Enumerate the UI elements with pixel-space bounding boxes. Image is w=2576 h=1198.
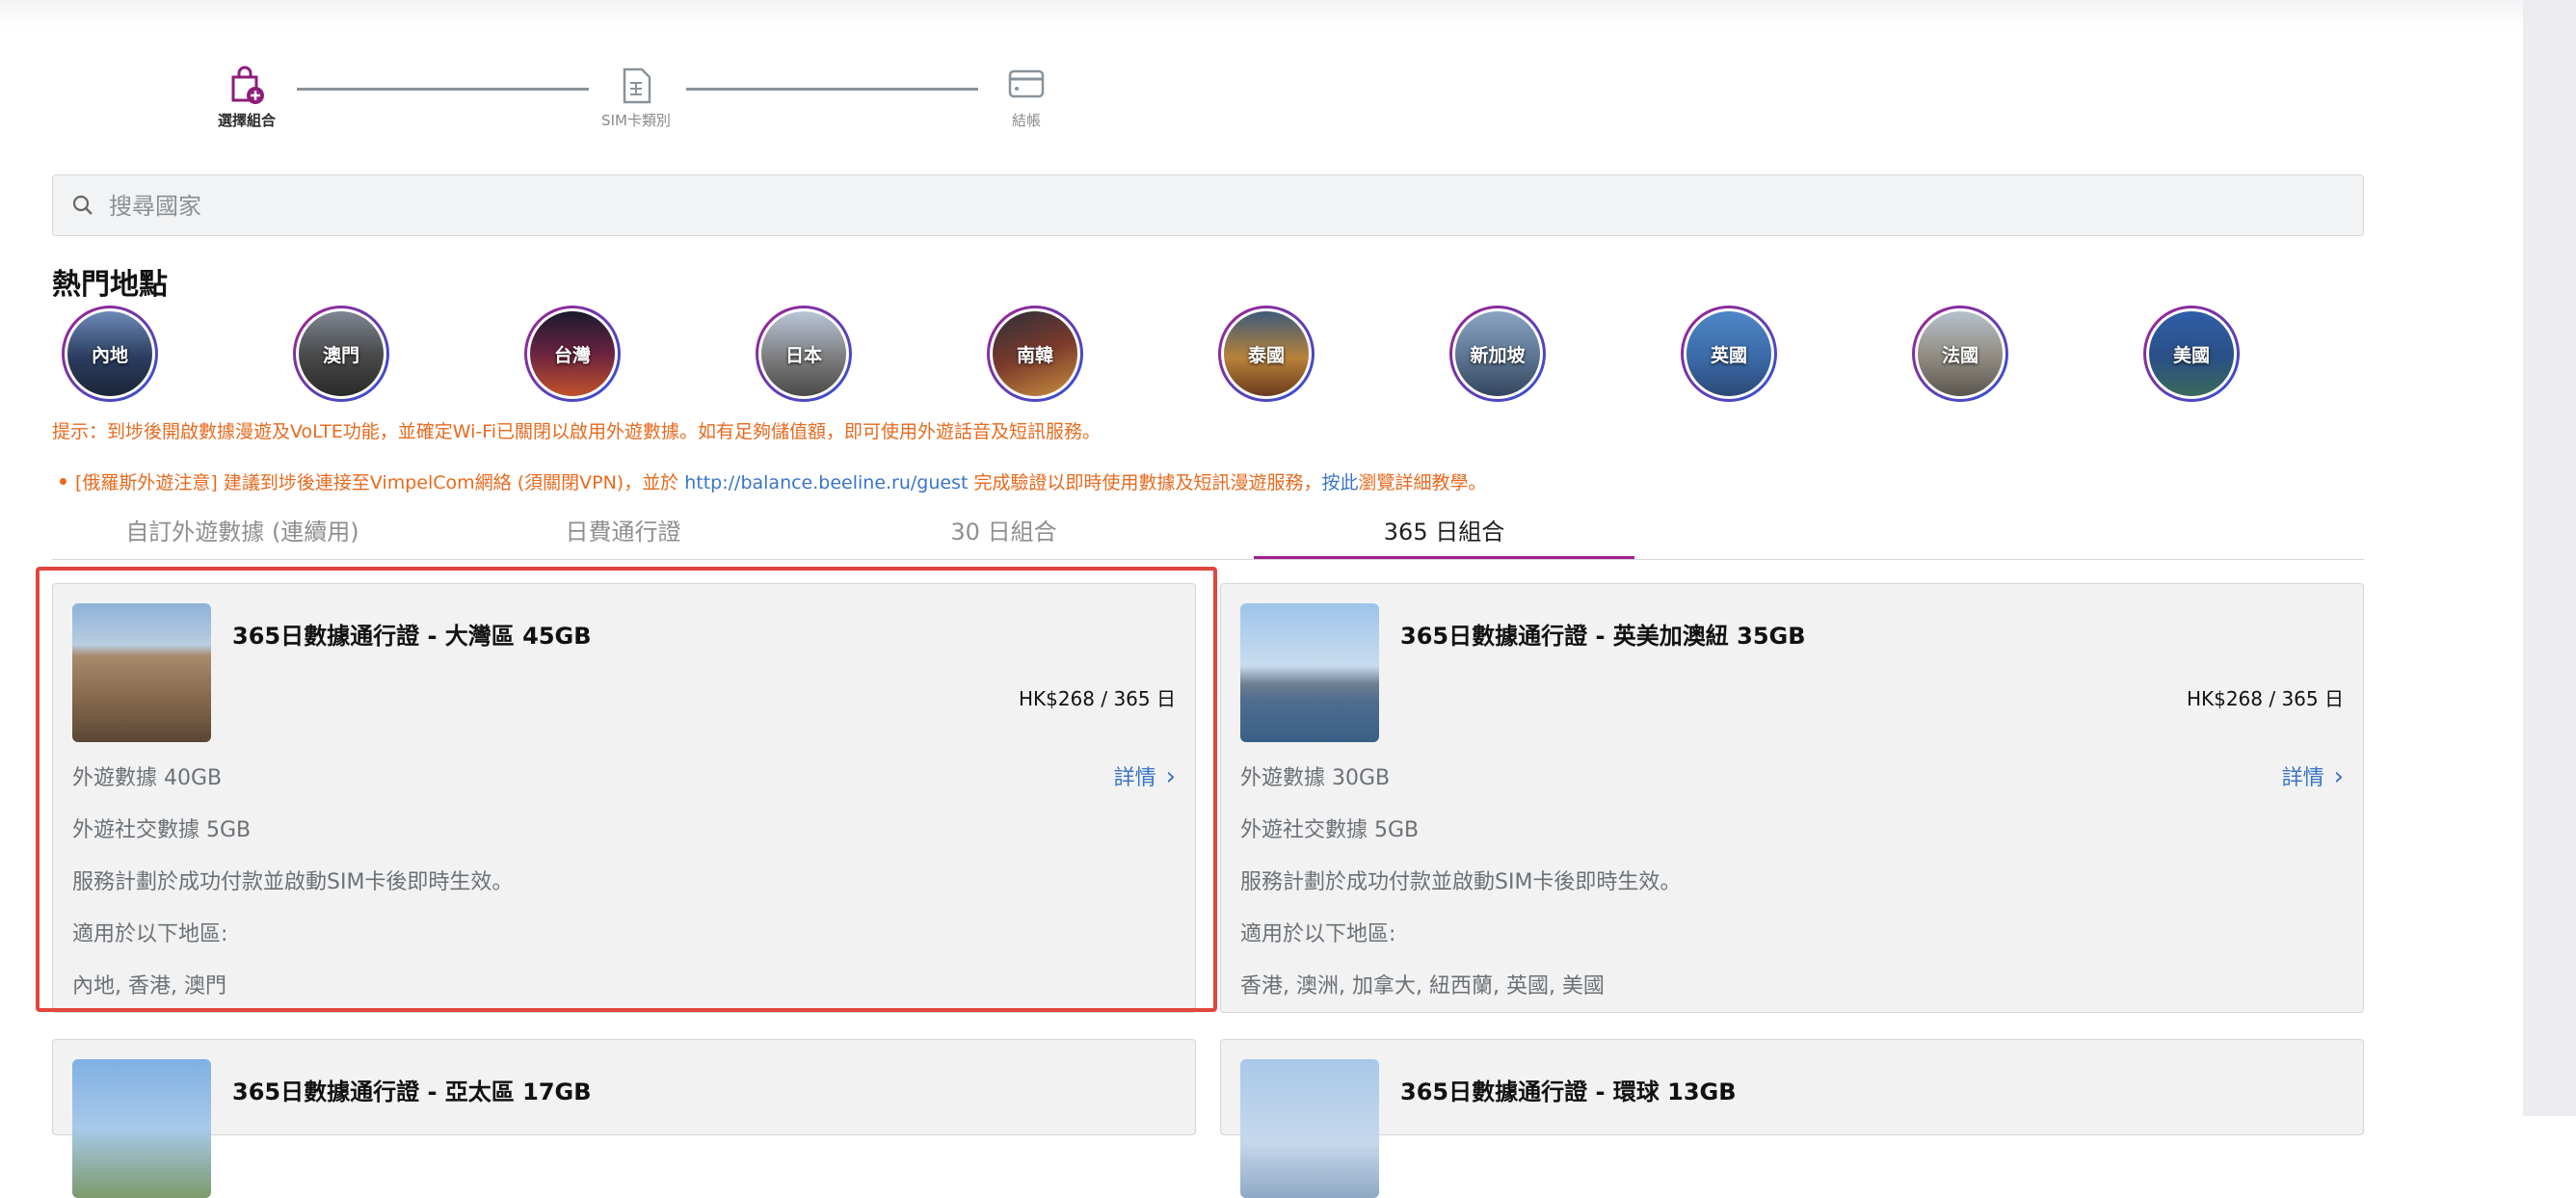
plan-title: 365日數據通行證 - 英美加澳紐 35GB [1400, 623, 1806, 650]
details-link[interactable]: 詳情 [2282, 760, 2344, 791]
top-shadow [0, 0, 2523, 29]
step-label: 選擇組合 [217, 112, 276, 129]
destination-taiwan[interactable]: 台灣 [524, 306, 621, 402]
destination-label: 泰國 [1247, 344, 1285, 366]
destination-japan[interactable]: 日本 [756, 306, 852, 402]
destination-mainland[interactable]: 內地 [62, 306, 158, 402]
plan-activation: 服務計劃於成功付款並啟動SIM卡後即時生效。 [1240, 870, 1682, 894]
plan-card-gba[interactable]: 365日數據通行證 - 大灣區 45GB HK$268 / 365 日 詳情 外… [52, 583, 1196, 1013]
plan-image [72, 603, 211, 742]
destination-image: 內地 [67, 311, 152, 396]
destination-label: 南韓 [1016, 344, 1053, 366]
plan-tabs: 自訂外遊數據 (連續用) 日費通行證 30 日組合 365 日組合 [52, 511, 2364, 560]
destination-image: 澳門 [299, 311, 384, 396]
tutorial-link[interactable]: 按此 [1322, 472, 1359, 493]
plan-price: HK$268 / 365 日 [2186, 687, 2344, 710]
search-icon [72, 195, 93, 215]
destination-label: 澳門 [322, 344, 359, 366]
destination-image: 美國 [2149, 311, 2234, 396]
plan-activation: 服務計劃於成功付款並啟動SIM卡後即時生效。 [72, 870, 514, 894]
destination-thailand[interactable]: 泰國 [1218, 306, 1315, 402]
step-label: 結帳 [1011, 112, 1041, 129]
plan-title: 365日數據通行證 - 大灣區 45GB [232, 623, 592, 650]
step-label: SIM卡類別 [601, 112, 671, 129]
bag-add-icon [231, 66, 264, 104]
plan-data: 外遊數據 40GB [72, 766, 223, 790]
destination-label: 英國 [1710, 344, 1747, 366]
tab-custom-data[interactable]: 自訂外遊數據 (連續用) [52, 511, 433, 559]
plan-image [1240, 1059, 1379, 1198]
popular-title: 熱門地點 [52, 268, 168, 302]
russia-notice: [俄羅斯外遊注意] 建議到埗後連接至VimpelCom網絡 (須關閉VPN)，並… [60, 468, 1487, 494]
notice-text: 完成驗證以即時使用數據及短訊漫遊服務， [968, 472, 1322, 493]
notice-text: [俄羅斯外遊注意] 建議到埗後連接至VimpelCom網絡 (須關閉VPN)，並… [75, 472, 685, 493]
destination-label: 新加坡 [1470, 344, 1526, 366]
step-sim-type[interactable]: SIM卡類別 [549, 64, 723, 130]
plan-data: 外遊數據 30GB [1240, 766, 1391, 790]
tab-daily-pass[interactable]: 日費通行證 [433, 511, 813, 559]
step-connector [686, 88, 978, 91]
beeline-link[interactable]: http://balance.beeline.ru/guest [684, 472, 968, 493]
plan-card-global[interactable]: 365日數據通行證 - 環球 13GB [1220, 1039, 2364, 1198]
plan-regions: 內地, 香港, 澳門 [72, 974, 226, 998]
roaming-tip: 提示：到埗後開啟數據漫遊及VoLTE功能，並確定Wi-Fi已關閉以啟用外遊數據。… [52, 421, 1102, 442]
details-link[interactable]: 詳情 [1114, 760, 1176, 791]
plan-social-data: 外遊社交數據 5GB [72, 818, 252, 842]
destination-label: 內地 [91, 344, 128, 366]
plan-regions-label: 適用於以下地區: [72, 922, 228, 946]
plan-regions-label: 適用於以下地區: [1240, 922, 1396, 946]
search-bar[interactable] [52, 174, 2364, 236]
destination-image: 泰國 [1224, 311, 1309, 396]
destination-singapore[interactable]: 新加坡 [1449, 306, 1546, 402]
destination-macau[interactable]: 澳門 [293, 306, 389, 402]
plan-image [72, 1059, 211, 1198]
destination-france[interactable]: 法國 [1912, 306, 2008, 402]
destination-image: 台灣 [530, 311, 615, 396]
destination-label: 法國 [1941, 344, 1978, 366]
plan-card-apac[interactable]: 365日數據通行證 - 亞太區 17GB [52, 1039, 1196, 1198]
step-select-plan[interactable]: 選擇組合 [160, 64, 333, 130]
plan-title: 365日數據通行證 - 環球 13GB [1400, 1078, 1737, 1105]
plan-title: 365日數據通行證 - 亞太區 17GB [232, 1078, 592, 1105]
tab-365-day[interactable]: 365 日組合 [1254, 511, 1634, 559]
destination-image: 日本 [761, 311, 846, 396]
plan-social-data: 外遊社交數據 5GB [1240, 818, 1420, 842]
plan-regions: 香港, 澳洲, 加拿大, 紐西蘭, 英國, 美國 [1240, 974, 1605, 998]
plan-price: HK$268 / 365 日 [1018, 687, 1176, 710]
destination-uk[interactable]: 英國 [1681, 306, 1777, 402]
plan-card-en-us-ca-au-nz[interactable]: 365日數據通行證 - 英美加澳紐 35GB HK$268 / 365 日 詳情… [1220, 583, 2364, 1013]
step-checkout[interactable]: 結帳 [940, 64, 1113, 130]
notice-text: 瀏覽詳細教學。 [1358, 472, 1487, 493]
search-input[interactable] [107, 187, 2327, 226]
destination-image: 英國 [1686, 311, 1771, 396]
destination-label: 美國 [2172, 344, 2210, 366]
step-connector [297, 88, 589, 91]
sim-card-icon [623, 67, 651, 104]
destination-image: 南韓 [993, 311, 1077, 396]
destination-image: 法國 [1918, 311, 2003, 396]
tab-30-day[interactable]: 30 日組合 [813, 511, 1194, 559]
destination-image: 新加坡 [1455, 311, 1540, 396]
destination-label: 台灣 [553, 344, 591, 366]
destination-south-korea[interactable]: 南韓 [987, 306, 1083, 402]
popular-destinations: 內地 澳門 台灣 日本 南韓 泰國 新加坡 英國 法國 美國 [62, 306, 2375, 404]
destination-label: 日本 [784, 344, 822, 366]
plan-image [1240, 603, 1379, 742]
destination-usa[interactable]: 美國 [2143, 306, 2240, 402]
scrollbar[interactable] [2523, 0, 2576, 1116]
credit-card-icon [1008, 69, 1045, 98]
